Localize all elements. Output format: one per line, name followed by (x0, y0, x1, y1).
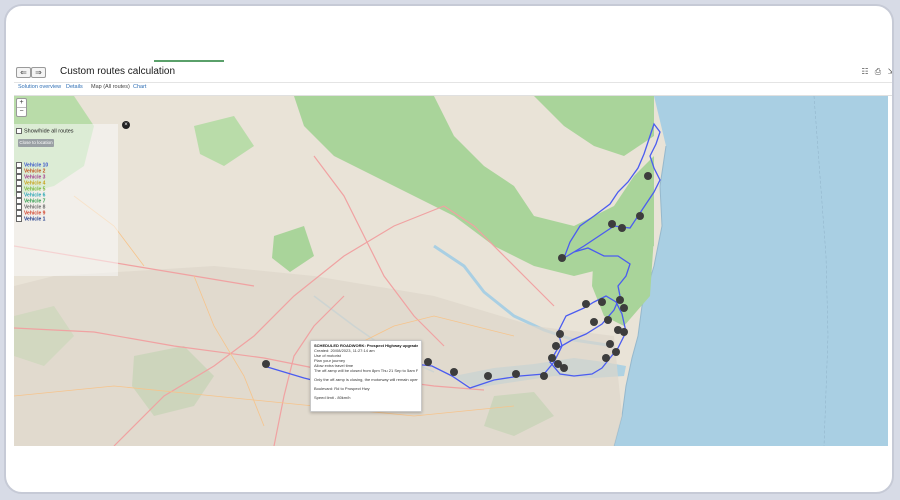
map-canvas[interactable] (14, 96, 888, 446)
roadwork-popup: SCHEDULED ROADWORK: Prospect Highway upg… (310, 340, 422, 412)
route-filter-panel: Show/hide all routes Close to location V… (14, 124, 118, 276)
export-icon[interactable]: ⇲ (886, 67, 892, 76)
map-layer-icon[interactable]: ▤ (892, 120, 894, 129)
title-bar: ⇐ ⇒ Custom routes calculation ☷ ⎙ ⇲ (14, 62, 892, 83)
popup-line: Only the off-ramp is closing, the motorw… (314, 377, 418, 382)
map-layer-icon[interactable]: ▤ (892, 175, 894, 184)
map-layer-icon[interactable]: ▤ (892, 109, 894, 118)
national-park (194, 116, 254, 166)
zoom-in-button[interactable]: + (17, 99, 26, 107)
show-all-routes-toggle[interactable]: Show/hide all routes (16, 128, 74, 134)
back-button[interactable]: ⇐ (16, 67, 31, 78)
zoom-out-button[interactable]: − (17, 107, 26, 116)
map-layer-icon[interactable]: ▤ (892, 98, 894, 107)
map-layer-icon[interactable]: ▤ (892, 208, 894, 217)
vehicle-label: Vehicle 1 (24, 216, 46, 223)
national-park (534, 96, 654, 156)
map-layer-icon[interactable]: ▤ (892, 153, 894, 162)
close-to-location-button[interactable]: Close to location (18, 139, 54, 147)
tab-bar: Solution overview Details Map (All route… (14, 83, 892, 96)
sitemap-icon[interactable]: ☷ (860, 67, 870, 76)
map-layer-icon[interactable]: ▤ (892, 142, 894, 151)
forward-button[interactable]: ⇒ (31, 67, 46, 78)
checkbox-icon[interactable] (16, 216, 22, 222)
zoom-control: + − (16, 98, 27, 117)
tab-solution-overview[interactable]: Solution overview (18, 84, 61, 90)
route-map[interactable]: + − Show/hide all routes Close to locati… (14, 96, 888, 446)
app-window: ⇐ ⇒ Custom routes calculation ☷ ⎙ ⇲ Solu… (14, 60, 894, 446)
popup-line: Speed limit - 80km/h (314, 395, 351, 400)
screenshot-frame: ⇐ ⇒ Custom routes calculation ☷ ⎙ ⇲ Solu… (4, 4, 894, 494)
forward-arrow-icon: ⇒ (35, 68, 42, 77)
back-arrow-icon: ⇐ (20, 68, 27, 77)
checkbox-icon[interactable] (16, 128, 22, 134)
tab-details[interactable]: Details (66, 84, 83, 90)
tab-map-all-routes[interactable]: Map (All routes) (91, 84, 130, 90)
ocean (614, 96, 888, 446)
tab-chart[interactable]: Chart (133, 84, 146, 90)
page-title: Custom routes calculation (60, 66, 176, 77)
close-icon[interactable]: × (122, 121, 130, 129)
map-layer-icon[interactable]: ▤ (892, 164, 894, 173)
map-layer-icon[interactable]: ▤ (892, 186, 894, 195)
show-all-routes-label: Show/hide all routes (24, 128, 74, 135)
popup-line: The off-ramp will be closed from 8pm Thu… (314, 368, 418, 373)
print-icon[interactable]: ⎙ (873, 67, 883, 76)
vehicle-toggle[interactable]: Vehicle 1 (16, 216, 45, 222)
map-layer-icon[interactable]: ▤ (892, 197, 894, 206)
map-layer-icon[interactable]: ▤ (892, 131, 894, 140)
national-park (272, 226, 314, 272)
